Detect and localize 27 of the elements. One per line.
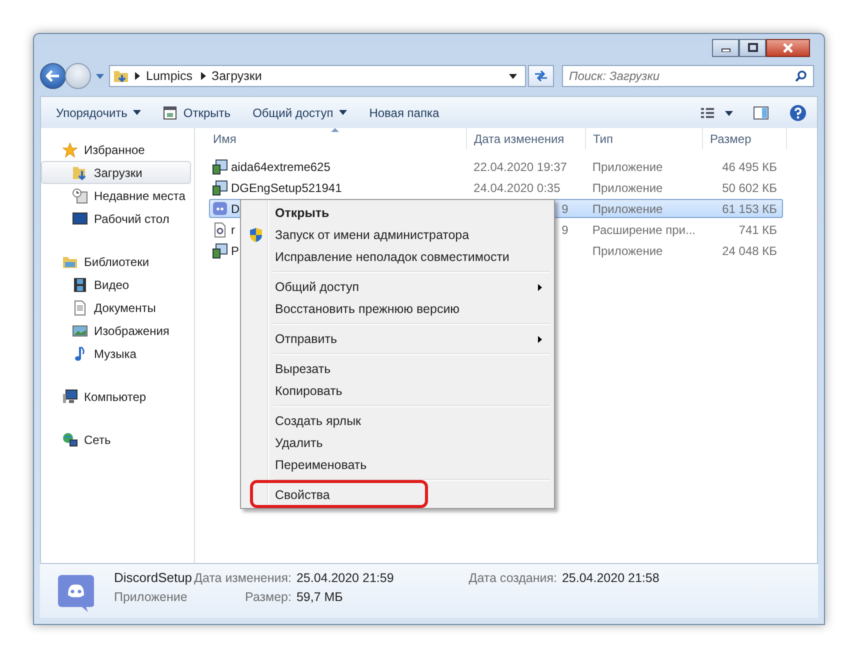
file-name: P [231,244,240,258]
property-label: Дата изменения: [194,570,292,584]
file-type: Приложение [592,160,663,174]
property-value: 25.04.2020 21:58 [562,570,660,584]
file-size: 46 495 КБ [722,160,777,174]
file-type: Приложение [592,180,663,194]
modified-date: 22.04.2020 19:37 [474,160,567,174]
property-value: 59,7 МБ [296,590,344,604]
property-label: Размер: [245,590,292,604]
file-size: 61 153 КБ [722,202,777,216]
modified-date: 9 [562,222,568,236]
file-type: Расширение при... [592,222,696,236]
file-name: DGEngSetup521941 [231,180,342,194]
file-name: D [231,202,240,216]
property-label: Дата создания: [468,570,557,584]
file-type: Приложение [592,244,663,258]
file-name: aida64extreme625 [231,160,330,174]
modified-date: 24.04.2020 0:35 [474,180,560,194]
file-size: 50 602 КБ [722,180,777,194]
file-size: 741 КБ [738,222,777,236]
file-name: r [231,222,235,236]
file-type: Приложение [114,590,188,604]
modified-date: 9 [562,202,568,216]
file-type: Приложение [592,202,663,216]
file-size: 24 048 КБ [722,244,777,258]
property-value: 25.04.2020 21:59 [296,570,394,584]
file-name: DiscordSetup [114,570,192,585]
